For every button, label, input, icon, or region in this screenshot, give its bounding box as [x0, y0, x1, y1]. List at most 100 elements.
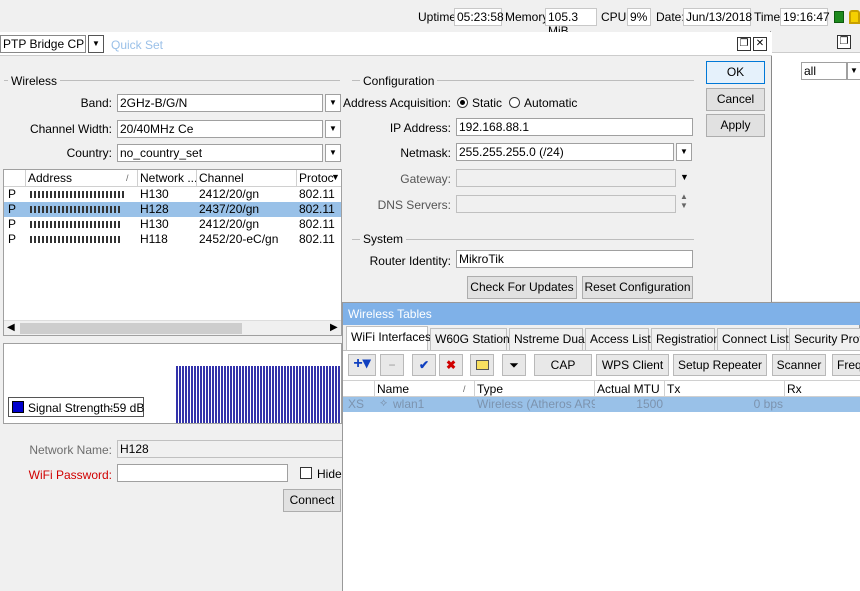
apply-button[interactable]: Apply [706, 114, 765, 137]
tab-access-list[interactable]: Access List [585, 328, 651, 350]
scrollbar-thumb[interactable] [20, 323, 242, 334]
static-label: Static [472, 96, 503, 110]
channel-width-dropdown-icon[interactable]: ▼ [325, 120, 341, 138]
cap-button[interactable]: CAP [534, 354, 592, 376]
tab-nstreme-dual[interactable]: Nstreme Dual [509, 328, 587, 350]
scroll-right-icon[interactable]: ▶ [330, 322, 338, 333]
scan-row-selected[interactable]: P H128 2437/20/gn 802.11 [4, 202, 341, 217]
row-channel: 2412/20/gn [199, 187, 260, 201]
filter-icon[interactable]: ⏷ [502, 354, 526, 376]
reset-configuration-button[interactable]: Reset Configuration [582, 276, 693, 299]
flag-column-header[interactable] [4, 170, 26, 187]
gateway-field[interactable] [456, 169, 676, 187]
channel-column-header[interactable]: Channel [197, 170, 297, 187]
tab-security-profiles[interactable]: Security Profil [789, 328, 860, 350]
row-tx: 0 bps [753, 397, 783, 411]
remove-icon[interactable]: − [380, 354, 404, 376]
router-identity-field[interactable]: MikroTik [456, 250, 693, 268]
wps-client-button[interactable]: WPS Client [596, 354, 669, 376]
add-icon[interactable]: +▾ [348, 354, 376, 376]
address-column-header[interactable]: Address [26, 170, 138, 187]
row-flag: P [8, 187, 17, 201]
row-protocol: 802.11 [299, 202, 335, 216]
type-column-header[interactable]: Type [475, 381, 595, 398]
router-identity-label: Router Identity: [369, 254, 451, 268]
scanner-button[interactable]: Scanner [772, 354, 826, 376]
setup-repeater-button[interactable]: Setup Repeater [673, 354, 767, 376]
filter-select[interactable]: all [801, 62, 847, 80]
restore-icon[interactable]: ❐ [837, 35, 851, 49]
disable-icon[interactable]: ✖ [439, 354, 463, 376]
restore-icon[interactable]: ❐ [737, 37, 751, 51]
sort-icon: / [463, 384, 466, 394]
ok-button[interactable]: OK [706, 61, 765, 84]
ip-address-field[interactable]: 192.168.88.1 [456, 118, 693, 136]
radio-dot-icon [460, 100, 465, 105]
network-name-field[interactable]: H128 [117, 440, 343, 458]
enable-icon[interactable]: ✔ [412, 354, 436, 376]
scan-row[interactable]: P H130 2412/20/gn 802.11 [4, 187, 341, 202]
date-label: Date: [656, 10, 685, 24]
freq-usage-button[interactable]: Freq [832, 354, 860, 376]
wifi-password-field[interactable] [117, 464, 288, 482]
gateway-dropdown-icon[interactable]: ▼ [680, 172, 689, 182]
mode-select[interactable]: PTP Bridge CPE [0, 35, 86, 53]
check-updates-button[interactable]: Check For Updates [467, 276, 577, 299]
background-window: ❐ all ▼ [770, 31, 860, 301]
hide-label: Hide [317, 467, 342, 481]
mtu-column-header[interactable]: Actual MTU [595, 381, 665, 398]
mode-dropdown-icon[interactable]: ▼ [88, 35, 104, 53]
country-dropdown-icon[interactable]: ▼ [325, 144, 341, 162]
lock-icon [849, 10, 860, 24]
netmask-dropdown-icon[interactable]: ▼ [676, 143, 692, 161]
automatic-radio[interactable] [509, 97, 520, 108]
close-icon[interactable]: ✕ [753, 37, 767, 51]
dns-servers-field[interactable] [456, 195, 676, 213]
row-mtu: 1500 [636, 397, 663, 411]
row-network: H118 [140, 232, 168, 246]
cpu-value: 9% [627, 8, 651, 26]
row-channel: 2412/20/gn [199, 217, 260, 231]
tx-column-header[interactable]: Tx [665, 381, 785, 398]
name-column-header[interactable]: Name [375, 381, 475, 398]
scan-table-header: Address / Network ... Channel Protoc ▼ [4, 170, 341, 187]
interface-row[interactable]: XS ⟡ wlan1 Wireless (Atheros AR9... 1500… [343, 397, 860, 412]
horizontal-scrollbar[interactable]: ◀ ▶ [4, 320, 341, 335]
band-label: Band: [80, 96, 112, 110]
signal-legend: Signal Strength: -59 dB [8, 397, 144, 417]
address-acquisition-label: Address Acquisition: [342, 96, 451, 110]
column-menu-icon[interactable]: ▼ [331, 172, 340, 182]
scan-table: Address / Network ... Channel Protoc ▼ P… [3, 169, 342, 336]
scroll-left-icon[interactable]: ◀ [7, 322, 15, 333]
country-select[interactable]: no_country_set [117, 144, 323, 162]
dns-updown-icon[interactable]: ▲ ▼ [680, 192, 688, 210]
signal-graph-bars [176, 366, 341, 423]
blurred-address [30, 191, 125, 198]
scan-row[interactable]: P H130 2412/20/gn 802.11 [4, 217, 341, 232]
cancel-button[interactable]: Cancel [706, 88, 765, 111]
tab-registration[interactable]: Registration [651, 328, 720, 350]
netmask-select[interactable]: 255.255.255.0 (/24) [456, 143, 674, 161]
tab-w60g-station[interactable]: W60G Station [430, 328, 510, 350]
network-name-label: Network Name: [29, 443, 112, 457]
band-select[interactable]: 2GHz-B/G/N [117, 94, 323, 112]
tab-connect-list[interactable]: Connect List [717, 328, 789, 350]
automatic-label: Automatic [524, 96, 578, 110]
channel-width-select[interactable]: 20/40MHz Ce [117, 120, 323, 138]
hide-checkbox[interactable] [300, 467, 312, 479]
configuration-section-title: Configuration [360, 74, 438, 88]
chevron-down-icon[interactable]: ▼ [847, 62, 860, 80]
row-network: H128 [140, 202, 169, 216]
scan-row[interactable]: P H118 2452/20-eC/gn 802.11 [4, 232, 341, 247]
connect-button[interactable]: Connect [283, 489, 341, 512]
country-label: Country: [66, 146, 112, 160]
static-radio[interactable] [457, 97, 468, 108]
network-column-header[interactable]: Network ... [138, 170, 197, 187]
comment-icon[interactable] [470, 354, 494, 376]
wireless-tables-window: Wireless Tables WiFi Interfaces W60G Sta… [342, 302, 860, 591]
flag-column-header[interactable] [343, 381, 375, 398]
row-network: H130 [140, 187, 169, 201]
band-dropdown-icon[interactable]: ▼ [325, 94, 341, 112]
rx-column-header[interactable]: Rx [785, 381, 860, 398]
tab-wifi-interfaces[interactable]: WiFi Interfaces [346, 326, 431, 351]
